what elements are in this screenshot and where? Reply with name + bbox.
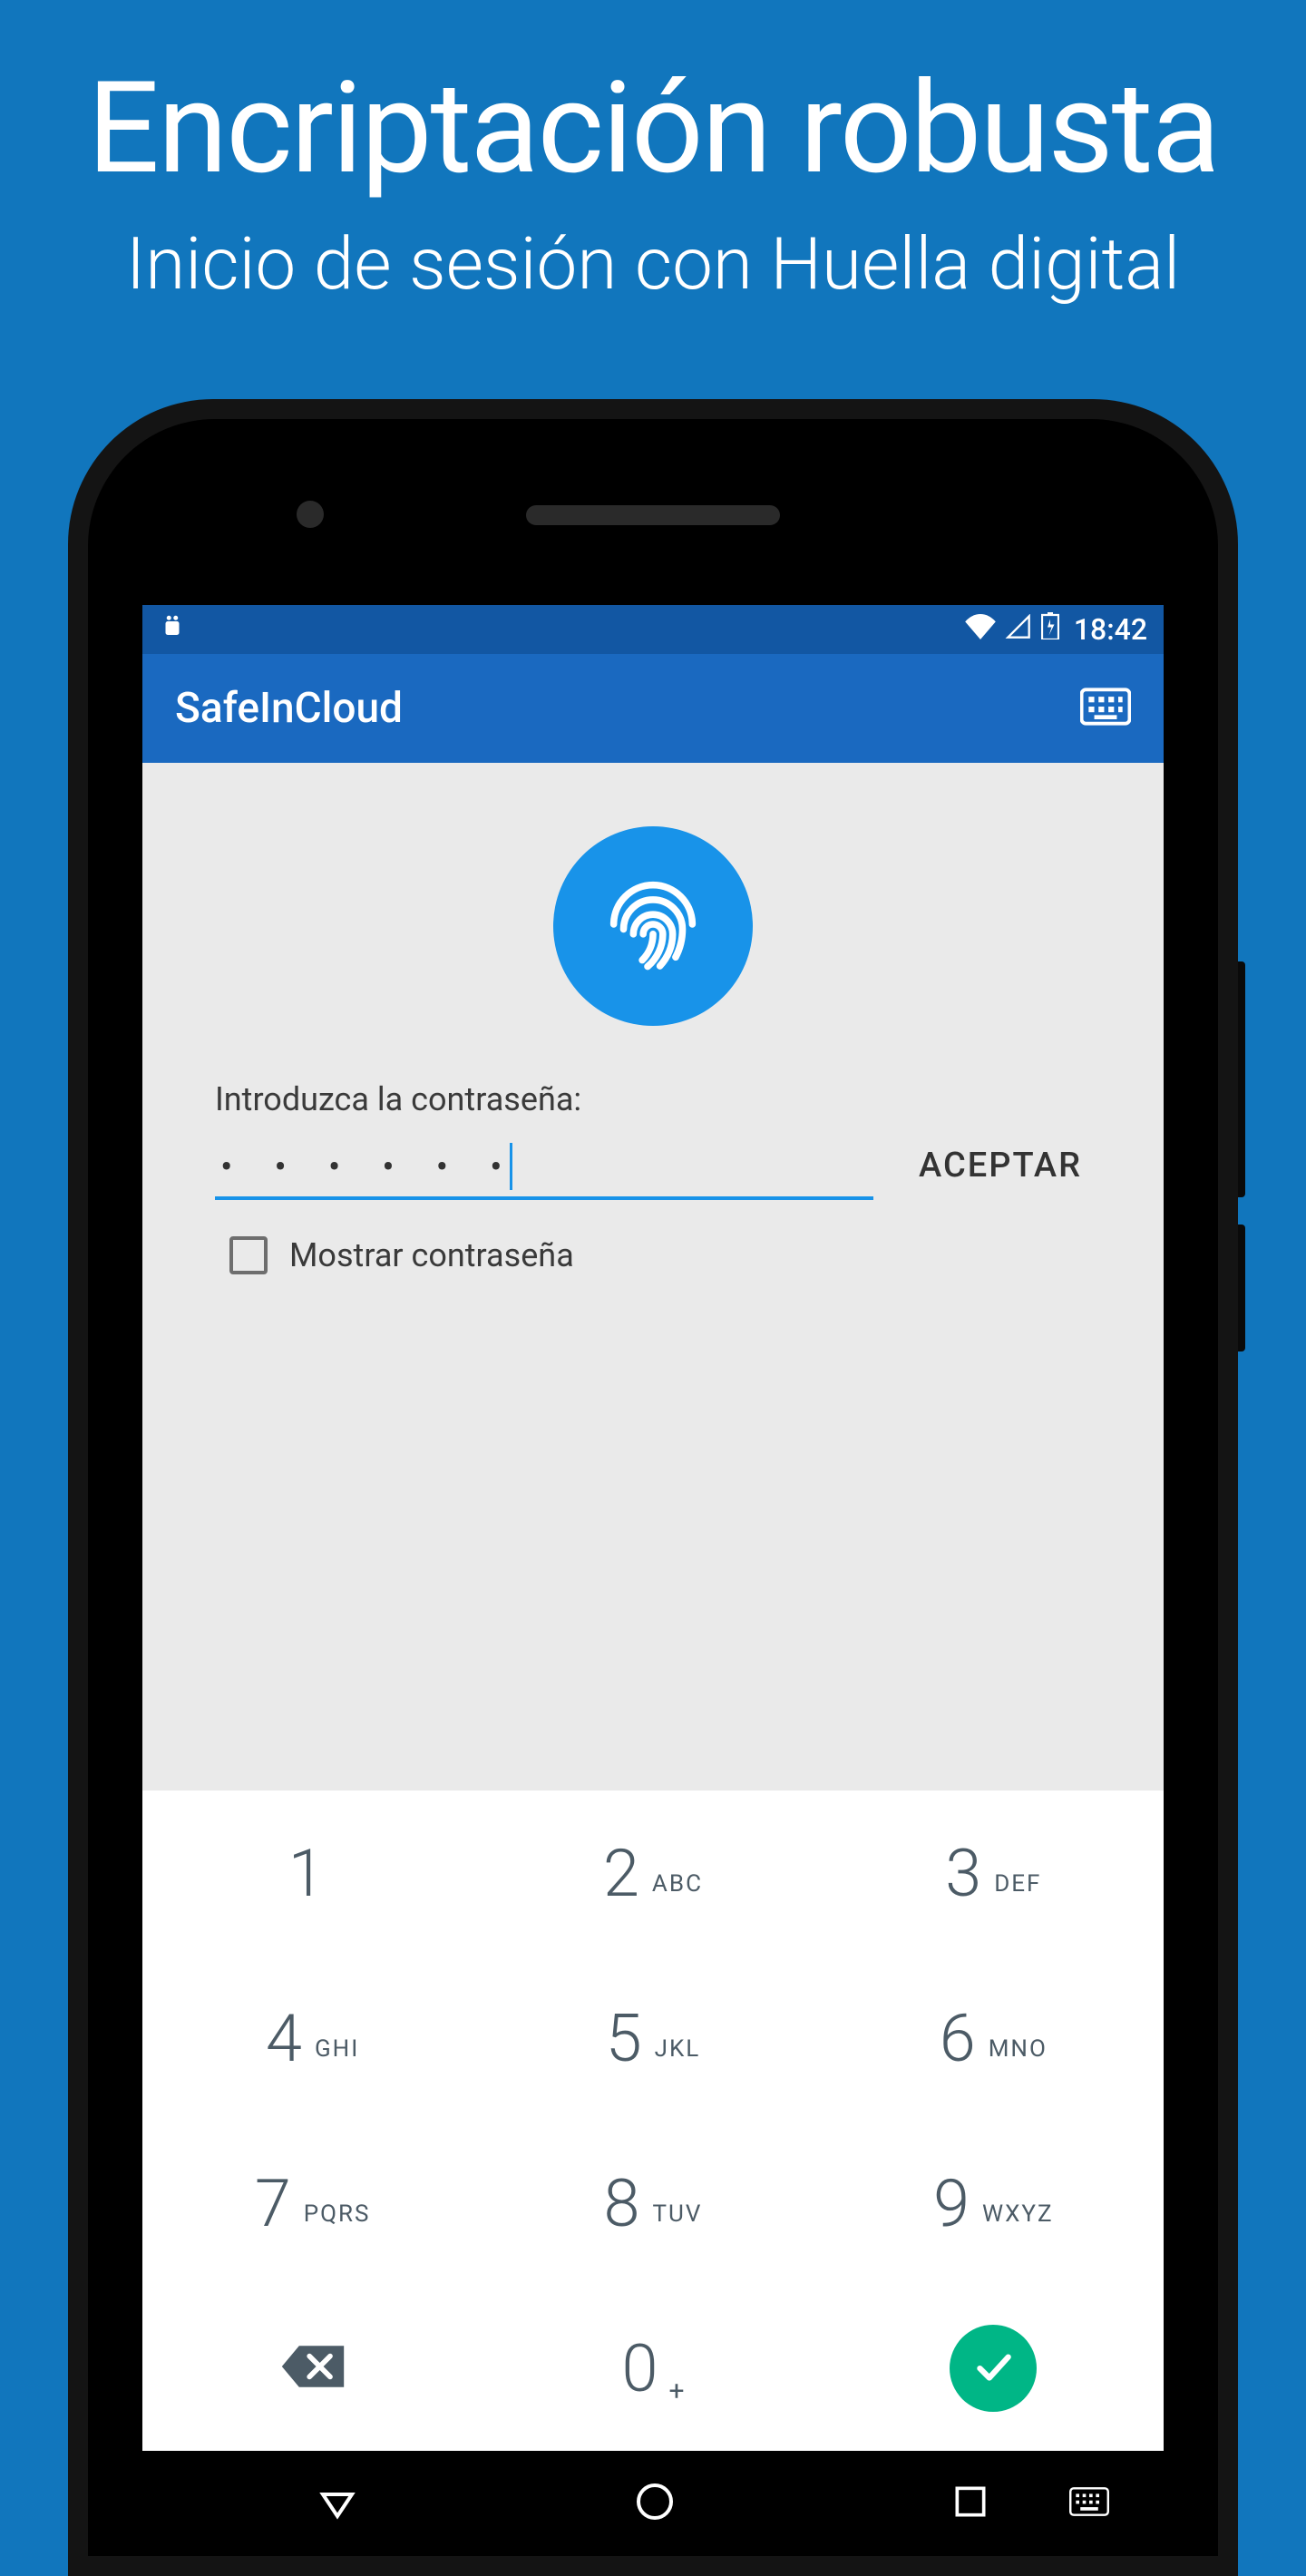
app-title: SafeInCloud [175,684,1080,733]
key-digit: 8 [604,2165,640,2242]
key-8[interactable]: 8 TUV [482,2121,823,2286]
key-letters: JKL [655,2035,701,2063]
key-letters: ABC [652,1870,703,1898]
promo-subtitle: Inicio de sesión con Huella digital [0,221,1306,307]
device-screen: 18:42 SafeInCloud [142,605,1164,2556]
key-letters: MNO [989,2035,1048,2063]
key-4[interactable]: 4 GHI [142,1956,482,2121]
backspace-icon [278,2342,347,2395]
promo-title: Encriptación robusta [0,0,1306,203]
key-digit: 5 [606,2000,642,2077]
key-letters: TUV [652,2200,702,2228]
battery-charging-icon [1041,612,1059,647]
phone-camera [297,501,324,528]
nav-keyboard-icon[interactable] [1069,2487,1109,2520]
numeric-keypad: 1 2 ABC 3 DEF 4 GHI 5 JKL 6 MNO 7 PQRS 8 TUV 9W… [142,1791,1164,2451]
key-letters: GHI [315,2035,359,2063]
app-bar: SafeInCloud [142,654,1164,763]
key-letters: + [668,2376,684,2407]
check-icon [970,2344,1016,2393]
status-clock: 18:42 [1074,612,1147,647]
status-bar: 18:42 [142,605,1164,654]
key-9[interactable]: 9 WXYZ [824,2121,1164,2286]
key-3[interactable]: 3 DEF [824,1791,1164,1956]
login-panel: Introduzca la contraseña: • • • • • • AC… [142,763,1164,1791]
wifi-icon [965,612,996,647]
phone-speaker [526,505,780,525]
key-backspace[interactable] [142,2286,482,2451]
fingerprint-icon [594,865,712,987]
key-7[interactable]: 7 PQRS [142,2121,482,2286]
key-ok[interactable] [824,2286,1164,2451]
password-mask: • • • • • • [215,1146,519,1188]
ok-circle [950,2325,1037,2412]
key-digit: 6 [940,2000,976,2077]
nav-home-icon[interactable] [633,2480,677,2527]
key-digit: 3 [945,1835,981,1912]
key-2[interactable]: 2 ABC [482,1791,823,1956]
debug-icon [159,612,186,647]
password-input[interactable]: • • • • • • [215,1137,873,1200]
key-letters: WXYZ [982,2200,1054,2228]
cell-signal-icon [1005,612,1032,647]
nav-back-icon[interactable] [316,2480,359,2527]
key-digit: 7 [255,2165,291,2242]
text-caret [510,1143,512,1190]
accept-button[interactable]: ACEPTAR [910,1146,1091,1200]
phone-frame: 18:42 SafeInCloud [68,399,1238,2576]
key-6[interactable]: 6 MNO [824,1956,1164,2121]
key-digit: 2 [603,1835,639,1912]
android-nav-bar [142,2451,1164,2556]
key-digit: 4 [266,2000,302,2077]
phone-power-button [1238,1225,1245,1351]
phone-volume-button [1238,961,1245,1197]
key-digit: 9 [933,2165,970,2242]
key-1[interactable]: 1 [142,1791,482,1956]
fingerprint-button[interactable] [553,826,753,1026]
show-password-checkbox[interactable] [229,1236,268,1274]
password-label: Introduzca la contraseña: [215,1080,1091,1118]
nav-recent-icon[interactable] [950,2482,990,2525]
key-0[interactable]: 0+ [482,2286,823,2451]
key-letters: PQRS [304,2200,371,2228]
key-letters: DEF [994,1870,1041,1898]
keyboard-toggle-icon[interactable] [1080,688,1131,729]
key-5[interactable]: 5 JKL [482,1956,823,2121]
key-digit: 0 [622,2330,658,2407]
key-digit: 1 [288,1835,325,1912]
show-password-label: Mostrar contraseña [289,1236,574,1274]
